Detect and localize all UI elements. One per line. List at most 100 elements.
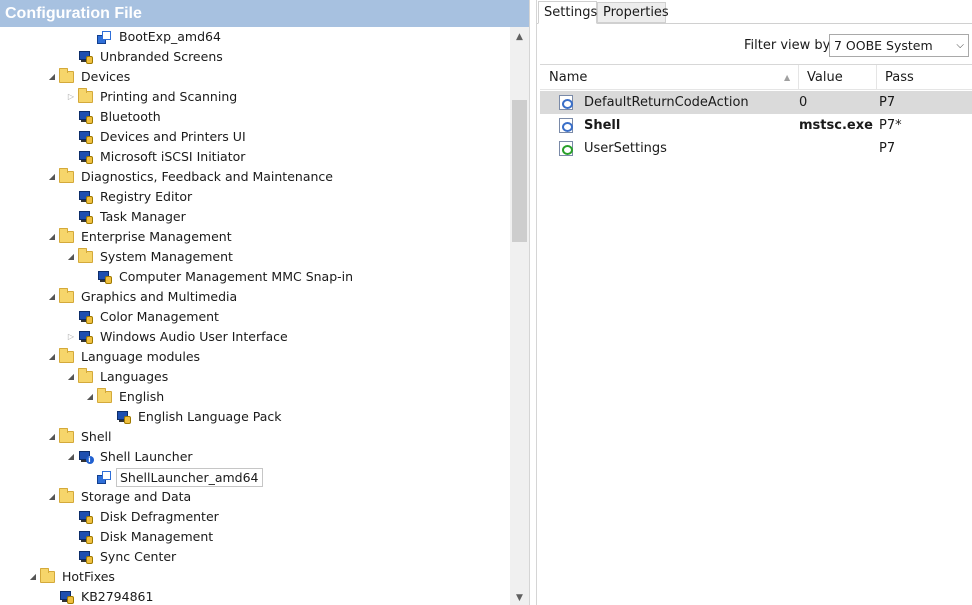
setting-pass: P7* bbox=[879, 118, 902, 133]
component-info-icon: i bbox=[77, 447, 94, 467]
collapse-arrow-icon[interactable]: ◢ bbox=[27, 567, 39, 587]
configuration-pane: Configuration File BootExp_amd64 Unbrande… bbox=[0, 0, 529, 605]
tree-item-label: Microsoft iSCSI Initiator bbox=[100, 149, 246, 164]
tree-item[interactable]: ◢ Language modules bbox=[46, 347, 203, 367]
tree-item[interactable]: ▷ Windows Audio User Interface bbox=[65, 327, 291, 347]
component-icon bbox=[115, 407, 132, 427]
folder-icon bbox=[77, 367, 94, 387]
collapse-arrow-icon[interactable]: ◢ bbox=[46, 427, 58, 447]
column-header-value[interactable]: Value bbox=[798, 65, 876, 90]
tree-item-label: Disk Management bbox=[100, 529, 214, 544]
package-icon bbox=[96, 467, 113, 487]
collapse-arrow-icon[interactable]: ◢ bbox=[46, 287, 58, 307]
tree-item-label: KB2794861 bbox=[81, 589, 154, 604]
filter-label: Filter view by: bbox=[744, 38, 834, 53]
tree-item[interactable]: BootExp_amd64 bbox=[84, 27, 224, 47]
folder-icon bbox=[77, 87, 94, 107]
setting-value: mstsc.exe bbox=[799, 118, 873, 133]
tree-item[interactable]: Bluetooth bbox=[65, 107, 164, 127]
tree-item[interactable]: Microsoft iSCSI Initiator bbox=[65, 147, 248, 167]
scroll-up-icon[interactable]: ▲ bbox=[510, 29, 529, 46]
setting-icon bbox=[559, 118, 573, 133]
tree-item[interactable]: Unbranded Screens bbox=[65, 47, 226, 67]
tree-item-label: Enterprise Management bbox=[81, 229, 232, 244]
tree-item[interactable]: ◢ Graphics and Multimedia bbox=[46, 287, 240, 307]
tree-item[interactable]: Computer Management MMC Snap-in bbox=[84, 267, 356, 287]
setting-pass: P7 bbox=[879, 141, 896, 156]
collapse-arrow-icon[interactable]: ◢ bbox=[46, 227, 58, 247]
filter-dropdown[interactable]: 7 OOBE System ⌵ bbox=[829, 34, 969, 57]
tree-item-label: Language modules bbox=[81, 349, 201, 364]
component-icon bbox=[77, 527, 94, 547]
tree-item-label: Diagnostics, Feedback and Maintenance bbox=[81, 169, 333, 184]
tree-item[interactable]: ◢ System Management bbox=[65, 247, 236, 267]
tree-item[interactable]: Task Manager bbox=[65, 207, 189, 227]
tree-item[interactable]: Disk Management bbox=[65, 527, 216, 547]
tree-item-label: Devices and Printers UI bbox=[100, 129, 246, 144]
tree-item-label: Shell Launcher bbox=[100, 449, 193, 464]
scroll-down-icon[interactable]: ▼ bbox=[510, 590, 529, 605]
tab-settings[interactable]: Settings bbox=[538, 1, 597, 24]
collapse-arrow-icon[interactable]: ◢ bbox=[65, 247, 77, 267]
tree-item[interactable]: ◢ Storage and Data bbox=[46, 487, 194, 507]
column-header-pass[interactable]: Pass bbox=[876, 65, 972, 90]
tree-item[interactable]: Sync Center bbox=[65, 547, 179, 567]
component-icon bbox=[77, 187, 94, 207]
tree-item-label: Sync Center bbox=[100, 549, 177, 564]
tab-properties[interactable]: Properties bbox=[597, 2, 669, 23]
collapse-arrow-icon[interactable]: ◢ bbox=[46, 67, 58, 87]
scroll-thumb[interactable] bbox=[512, 100, 527, 242]
chevron-down-icon: ⌵ bbox=[956, 40, 964, 51]
tree-item-label: English Language Pack bbox=[138, 409, 282, 424]
setting-row[interactable]: Shell mstsc.exe P7* bbox=[540, 114, 972, 137]
tree-item[interactable]: ◢ English bbox=[84, 387, 167, 407]
tree-item-label: Bluetooth bbox=[100, 109, 161, 124]
expand-arrow-icon[interactable]: ▷ bbox=[65, 327, 77, 347]
setting-row[interactable]: DefaultReturnCodeAction 0 P7 bbox=[540, 91, 972, 114]
tree-item-label: Graphics and Multimedia bbox=[81, 289, 238, 304]
collapse-arrow-icon[interactable]: ◢ bbox=[84, 387, 96, 407]
tree-item[interactable]: ▷ Printing and Scanning bbox=[65, 87, 240, 107]
tree-item[interactable]: Registry Editor bbox=[65, 187, 195, 207]
tree-item[interactable]: Disk Defragmenter bbox=[65, 507, 222, 527]
collapse-arrow-icon[interactable]: ◢ bbox=[46, 347, 58, 367]
column-header-name[interactable]: Name bbox=[540, 65, 798, 90]
tree-item[interactable]: ◢ Diagnostics, Feedback and Maintenance bbox=[46, 167, 336, 187]
setting-pass: P7 bbox=[879, 95, 896, 110]
tree-item[interactable]: ◢ HotFixes bbox=[27, 567, 118, 587]
tree-item[interactable]: English Language Pack bbox=[103, 407, 285, 427]
tree-item[interactable]: ◢ i Shell Launcher bbox=[65, 447, 196, 467]
component-icon bbox=[77, 207, 94, 227]
collapse-arrow-icon[interactable]: ◢ bbox=[65, 447, 77, 467]
tree-item[interactable]: ◢ Enterprise Management bbox=[46, 227, 235, 247]
tree-item[interactable]: ShellLauncher_amd64 bbox=[84, 467, 263, 487]
collapse-arrow-icon[interactable]: ◢ bbox=[65, 367, 77, 387]
tree-item[interactable]: ◢ Shell bbox=[46, 427, 115, 447]
tree-item[interactable]: ◢ Languages bbox=[65, 367, 171, 387]
tree-item[interactable]: KB2794861 bbox=[46, 587, 156, 605]
setting-row[interactable]: UserSettings P7 bbox=[540, 137, 972, 160]
tree-item[interactable]: Color Management bbox=[65, 307, 222, 327]
setting-name: DefaultReturnCodeAction bbox=[584, 95, 749, 110]
tree-scrollbar[interactable]: ▲ ▼ bbox=[510, 27, 529, 605]
collapse-arrow-icon[interactable]: ◢ bbox=[46, 487, 58, 507]
tab-strip: Settings Properties bbox=[537, 0, 972, 24]
expand-arrow-icon[interactable]: ▷ bbox=[65, 87, 77, 107]
component-icon bbox=[58, 587, 75, 605]
collapse-arrow-icon[interactable]: ◢ bbox=[46, 167, 58, 187]
tree-item[interactable]: ◢ Devices bbox=[46, 67, 133, 87]
configuration-tree[interactable]: BootExp_amd64 Unbranded Screens ◢ Devices ▷ P… bbox=[0, 27, 510, 605]
pane-splitter[interactable] bbox=[529, 0, 537, 605]
tree-item-label: Windows Audio User Interface bbox=[100, 329, 288, 344]
component-icon bbox=[77, 107, 94, 127]
tree-item[interactable]: Devices and Printers UI bbox=[65, 127, 249, 147]
